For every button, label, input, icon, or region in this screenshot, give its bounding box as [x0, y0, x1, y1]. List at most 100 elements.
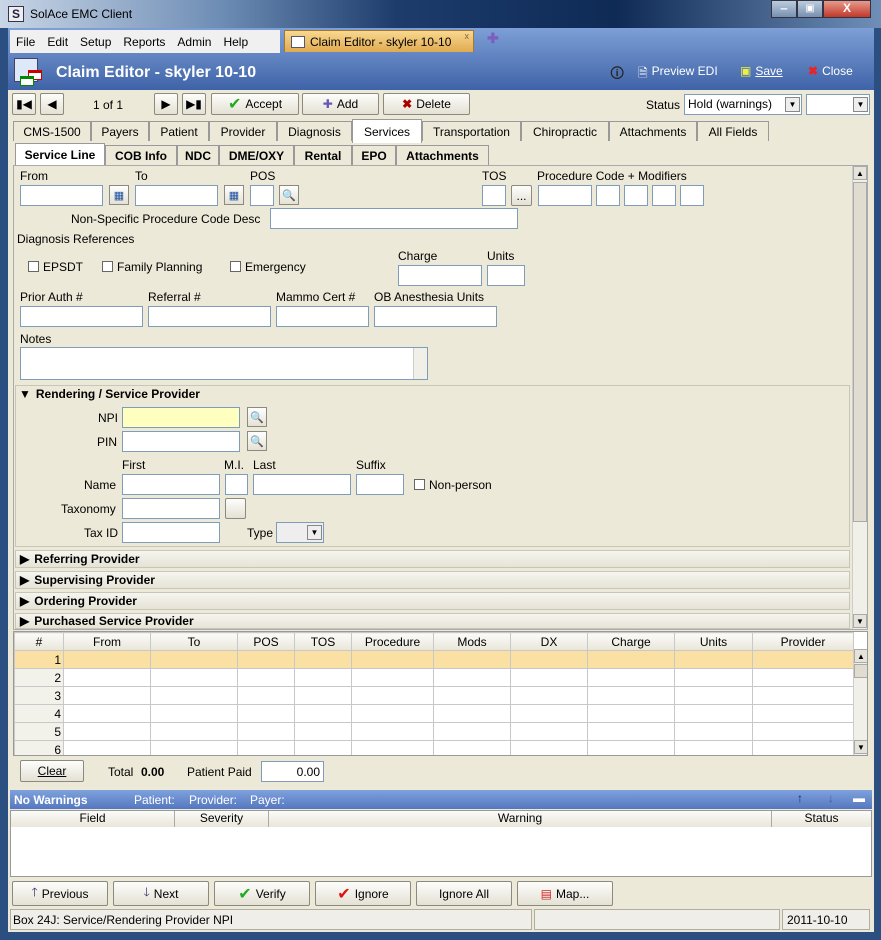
- menu-admin[interactable]: Admin: [171, 35, 217, 49]
- new-tab-plus-icon[interactable]: ✚: [487, 30, 499, 47]
- delete-button[interactable]: ✖ Delete: [383, 93, 470, 115]
- close-window-button[interactable]: X: [823, 0, 871, 18]
- modifier-2-input[interactable]: [624, 185, 648, 206]
- from-date-input[interactable]: [20, 185, 103, 206]
- col-header-status[interactable]: Status: [772, 811, 871, 827]
- menu-reports[interactable]: Reports: [117, 35, 171, 49]
- units-input[interactable]: [487, 265, 525, 286]
- col-header-to[interactable]: To: [150, 632, 238, 651]
- tos-lookup-button[interactable]: ...: [511, 185, 532, 206]
- modifier-3-input[interactable]: [652, 185, 676, 206]
- scroll-thumb[interactable]: [854, 664, 867, 678]
- col-header-tos[interactable]: TOS: [294, 632, 352, 651]
- verify-button[interactable]: ✔ Verify: [214, 881, 310, 906]
- menu-file[interactable]: File: [10, 35, 41, 49]
- table-row[interactable]: 3: [14, 686, 854, 705]
- scroll-thumb[interactable]: [853, 182, 867, 522]
- subtab-service-line[interactable]: Service Line: [15, 143, 105, 165]
- col-header-units[interactable]: Units: [674, 632, 753, 651]
- subtab-dme-oxy[interactable]: DME/OXY: [219, 145, 294, 165]
- search-icon[interactable]: 🔍: [247, 431, 267, 451]
- first-record-button[interactable]: ▮◀: [12, 93, 36, 115]
- procedure-code-input[interactable]: [538, 185, 592, 206]
- col-header-provider[interactable]: Provider: [752, 632, 854, 651]
- subtab-attachments[interactable]: Attachments: [396, 145, 489, 165]
- tab-cms-1500[interactable]: CMS-1500: [13, 121, 91, 141]
- table-row[interactable]: 1: [14, 650, 854, 669]
- add-button[interactable]: ✚ Add: [302, 93, 379, 115]
- close-button[interactable]: ✖ Close: [808, 64, 853, 78]
- tos-input[interactable]: [482, 185, 506, 206]
- modifier-1-input[interactable]: [596, 185, 620, 206]
- tab-chiropractic[interactable]: Chiropractic: [521, 121, 609, 141]
- tab-provider[interactable]: Provider: [209, 121, 277, 141]
- tab-transportation[interactable]: Transportation: [422, 121, 521, 141]
- family-planning-checkbox[interactable]: [102, 261, 113, 272]
- purchased-service-provider-section[interactable]: ▶ Purchased Service Provider: [15, 613, 850, 629]
- col-header-dx[interactable]: DX: [510, 632, 588, 651]
- ob-anesthesia-input[interactable]: [374, 306, 497, 327]
- clear-button[interactable]: Clear: [20, 760, 84, 782]
- map-button[interactable]: ▤ Map...: [517, 881, 613, 906]
- subtab-cob-info[interactable]: COB Info: [105, 145, 177, 165]
- previous-warning-button[interactable]: 🡑 Previous: [12, 881, 108, 906]
- charge-input[interactable]: [398, 265, 482, 286]
- table-row[interactable]: 5: [14, 722, 854, 741]
- col-header-pos[interactable]: POS: [237, 632, 295, 651]
- referral-input[interactable]: [148, 306, 271, 327]
- tab-payers[interactable]: Payers: [91, 121, 149, 141]
- suffix-input[interactable]: [356, 474, 404, 495]
- scroll-up-icon[interactable]: ▲: [853, 166, 867, 180]
- tab-services[interactable]: Services: [352, 119, 422, 143]
- col-header-field[interactable]: Field: [11, 811, 175, 827]
- previous-record-button[interactable]: ◀: [40, 93, 64, 115]
- tab-all-fields[interactable]: All Fields: [697, 121, 769, 141]
- supervising-provider-section[interactable]: ▶ Supervising Provider: [15, 571, 850, 589]
- grid-scrollbar[interactable]: ▲ ▼: [853, 649, 867, 755]
- pin-input[interactable]: [122, 431, 240, 452]
- col-header-procedure[interactable]: Procedure: [351, 632, 434, 651]
- form-scrollbar[interactable]: ▲ ▼: [852, 166, 867, 629]
- status-select[interactable]: Hold (warnings) ▼: [684, 94, 802, 115]
- type-select[interactable]: ▼: [276, 522, 324, 543]
- subtab-epo[interactable]: EPO: [352, 145, 396, 165]
- to-date-input[interactable]: [135, 185, 218, 206]
- last-name-input[interactable]: [253, 474, 351, 495]
- epsdt-checkbox[interactable]: [28, 261, 39, 272]
- search-icon[interactable]: 🔍: [279, 185, 299, 205]
- mammo-cert-input[interactable]: [276, 306, 369, 327]
- minimize-panel-icon[interactable]: ▬: [853, 791, 865, 805]
- menu-help[interactable]: Help: [217, 35, 254, 49]
- ignore-button[interactable]: ✔ Ignore: [315, 881, 411, 906]
- tab-attachments[interactable]: Attachments: [609, 121, 697, 141]
- menu-setup[interactable]: Setup: [74, 35, 117, 49]
- scroll-up-icon[interactable]: ▲: [854, 649, 867, 663]
- col-header-charge[interactable]: Charge: [587, 632, 675, 651]
- ignore-all-button[interactable]: Ignore All: [416, 881, 512, 906]
- tab-diagnosis[interactable]: Diagnosis: [277, 121, 352, 141]
- modifier-4-input[interactable]: [680, 185, 704, 206]
- tab-patient[interactable]: Patient: [149, 121, 209, 141]
- doc-tab-close-icon[interactable]: x: [465, 31, 470, 41]
- tax-id-input[interactable]: [122, 522, 220, 543]
- table-row[interactable]: 4: [14, 704, 854, 723]
- menu-edit[interactable]: Edit: [41, 35, 74, 49]
- status-sub-select[interactable]: ▼: [806, 94, 870, 115]
- taxonomy-input[interactable]: [122, 498, 220, 519]
- notes-scrollbar[interactable]: [413, 348, 427, 379]
- non-person-checkbox[interactable]: [414, 479, 425, 490]
- col-header-number[interactable]: #: [14, 632, 64, 651]
- scroll-down-icon[interactable]: ▼: [854, 740, 867, 754]
- notes-textarea[interactable]: [20, 347, 428, 380]
- subtab-rental[interactable]: Rental: [294, 145, 352, 165]
- col-header-mods[interactable]: Mods: [433, 632, 511, 651]
- prior-auth-input[interactable]: [20, 306, 143, 327]
- arrow-up-icon[interactable]: ↑: [797, 791, 803, 805]
- save-button[interactable]: ▣ Save: [740, 64, 783, 78]
- table-row[interactable]: 6: [14, 740, 854, 755]
- maximize-button[interactable]: ▣: [797, 0, 823, 18]
- referring-provider-section[interactable]: ▶ Referring Provider: [15, 550, 850, 568]
- info-person-icon[interactable]: 🛈: [610, 63, 624, 87]
- preview-edi-button[interactable]: 🗎 Preview EDI: [638, 64, 718, 85]
- minimize-button[interactable]: ‒: [771, 0, 797, 18]
